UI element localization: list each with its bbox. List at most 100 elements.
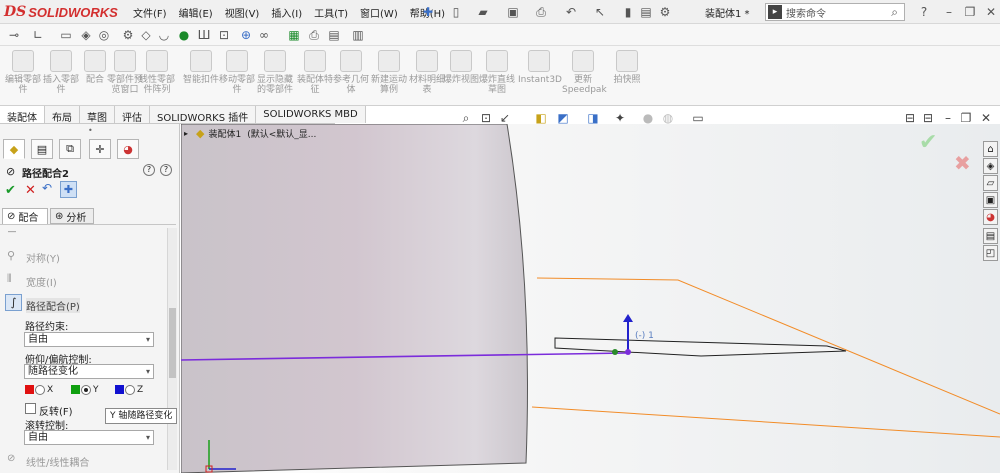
apply-scene-icon[interactable]: ◍ xyxy=(660,110,676,126)
ribbon-button-7[interactable]: 显示隐藏的零部件 xyxy=(254,50,296,95)
scrollbar-thumb[interactable] xyxy=(169,308,176,378)
help-icon[interactable]: ? xyxy=(916,4,932,20)
flip-checkbox[interactable] xyxy=(25,403,36,414)
path-constraint-select[interactable]: 自由 ▾ xyxy=(24,332,154,347)
part-icon[interactable]: ◈ xyxy=(78,27,94,43)
menu-file[interactable]: 文件(F) xyxy=(127,5,173,20)
file-explorer-icon[interactable]: ▱ xyxy=(983,175,998,191)
solidworks-logo[interactable]: DS SOLIDWORKS xyxy=(4,3,118,21)
property-manager-tab-icon[interactable]: ▤ xyxy=(31,139,53,159)
search-icon[interactable]: ⌕ xyxy=(891,5,898,20)
tile-horizontal-icon[interactable]: ⊟ xyxy=(902,110,918,126)
file-properties-icon[interactable]: ▤ xyxy=(638,4,654,20)
x-axis-radio[interactable] xyxy=(35,385,45,395)
ribbon-button-9[interactable]: 参考几何体 xyxy=(330,50,372,95)
viewport-close-icon[interactable]: ✕ xyxy=(978,110,994,126)
ribbon-button-14[interactable]: Instant3D xyxy=(518,50,562,85)
graphics-viewport[interactable]: (-) 1 ✔ ✖ xyxy=(181,124,1000,473)
ribbon-button-0[interactable]: 编辑零部件 xyxy=(2,50,44,95)
binoculars-icon[interactable]: ∞ xyxy=(256,27,272,43)
feature-tree-flyout[interactable]: ▸ ◆ 装配体1 (默认<默认_显... xyxy=(184,127,316,140)
ribbon-button-13[interactable]: 爆炸直线草图 xyxy=(476,50,518,95)
fillet-icon[interactable]: ◡ xyxy=(156,27,172,43)
measure-icon[interactable]: Ш xyxy=(196,27,212,43)
close-icon[interactable]: ✕ xyxy=(983,4,999,20)
section-view-icon[interactable]: ◧ xyxy=(533,110,549,126)
expand-arrow-icon[interactable]: ▸ xyxy=(184,129,188,138)
ribbon-button-15[interactable]: 更新Speedpak xyxy=(562,50,607,95)
cancel-x-icon[interactable]: ✕ xyxy=(25,183,36,198)
pin-toolbar-icon[interactable]: ⊸ xyxy=(6,27,22,43)
display-style-icon[interactable]: ◨ xyxy=(585,110,601,126)
zoom-area-icon[interactable]: ⊡ xyxy=(478,110,494,126)
tab-mates[interactable]: ⊘ 配合 xyxy=(2,208,48,224)
menu-tools[interactable]: 工具(T) xyxy=(308,5,354,20)
restore-icon[interactable]: ❐ xyxy=(962,4,978,20)
new-document-icon[interactable]: ▯ xyxy=(448,4,464,20)
appearances-icon[interactable]: ◕ xyxy=(983,209,998,225)
print-icon[interactable]: ⎙ xyxy=(533,4,549,20)
configuration-manager-tab-icon[interactable]: ⧉ xyxy=(59,139,81,159)
ribbon-button-10[interactable]: 新建运动算例 xyxy=(368,50,410,95)
tab-evaluate[interactable]: 评估 xyxy=(115,106,150,124)
ribbon-button-4[interactable]: 线性零部件阵列 xyxy=(136,50,178,95)
y-axis-radio[interactable] xyxy=(81,385,91,395)
edit-appearance-icon[interactable]: ● xyxy=(640,110,656,126)
roll-control-select[interactable]: 自由 ▾ xyxy=(24,430,154,445)
report-icon[interactable]: ▥ xyxy=(350,27,366,43)
confirm-check-icon[interactable]: ✔ xyxy=(919,130,937,155)
options-gear-icon[interactable]: ⚙ xyxy=(657,4,673,20)
tab-solidworks-addins[interactable]: SOLIDWORKS 插件 xyxy=(150,106,257,124)
tile-vertical-icon[interactable]: ⊟ xyxy=(920,110,936,126)
spreadsheet-icon[interactable]: ▦ xyxy=(286,27,302,43)
home-icon[interactable]: ⌂ xyxy=(983,141,998,157)
design-library-icon[interactable]: ◈ xyxy=(983,158,998,174)
ribbon-button-6[interactable]: 移动零部件 xyxy=(216,50,258,95)
menu-insert[interactable]: 插入(I) xyxy=(265,5,308,20)
symmetric-option[interactable]: 对称(Y) xyxy=(26,250,60,265)
tab-layout[interactable]: 布局 xyxy=(45,106,80,124)
menu-view[interactable]: 视图(V) xyxy=(219,5,266,20)
save-icon[interactable]: ▣ xyxy=(505,4,521,20)
custom-properties-icon[interactable]: ▤ xyxy=(983,228,998,244)
pushpin-icon[interactable]: ✚ xyxy=(60,181,77,198)
dimxpert-tab-icon[interactable]: ✛ xyxy=(89,139,111,159)
menu-window[interactable]: 窗口(W) xyxy=(354,5,404,20)
linear-coupler-option[interactable]: 线性/线性耦合 xyxy=(26,454,89,469)
menu-edit[interactable]: 编辑(E) xyxy=(173,5,219,20)
display-manager-tab-icon[interactable]: ◕ xyxy=(117,139,139,159)
tab-assembly[interactable]: 装配体 xyxy=(0,106,45,124)
open-folder-icon[interactable]: ▰ xyxy=(475,4,491,20)
pitch-yaw-select[interactable]: 随路径变化 ▾ xyxy=(24,364,154,379)
printer-icon[interactable]: ⎙ xyxy=(306,27,322,43)
clearance-icon[interactable]: ⊡ xyxy=(216,27,232,43)
cancel-x-icon[interactable]: ✖ xyxy=(954,151,971,175)
minimize-icon[interactable]: – xyxy=(941,4,957,20)
ribbon-button-16[interactable]: 拍快照 xyxy=(606,50,648,85)
sketch-icon[interactable]: ∟ xyxy=(30,27,46,43)
edit-part-icon[interactable]: ▭ xyxy=(58,27,74,43)
z-axis-radio[interactable] xyxy=(125,385,135,395)
path-mate-option[interactable]: 路径配合(P) xyxy=(26,298,80,313)
vertical-scrollbar[interactable] xyxy=(167,228,177,470)
detail-help-icon[interactable]: ? xyxy=(160,164,172,176)
cube-icon[interactable]: ◇ xyxy=(138,27,154,43)
help-icon[interactable]: ? xyxy=(143,164,155,176)
view-settings-icon[interactable]: ▭ xyxy=(690,110,706,126)
viewport-restore-icon[interactable]: ❐ xyxy=(958,110,974,126)
forum-icon[interactable]: ◰ xyxy=(983,245,998,261)
viewport-minimize-icon[interactable]: – xyxy=(940,110,956,126)
hide-show-icon[interactable]: ✦ xyxy=(612,110,628,126)
table-icon[interactable]: ▤ xyxy=(326,27,342,43)
tab-analysis[interactable]: ⊛ 分析 xyxy=(50,208,94,224)
undo-mate-icon[interactable]: ↶ xyxy=(42,181,57,196)
appearance-icon[interactable]: ◎ xyxy=(96,27,112,43)
tab-solidworks-mbd[interactable]: SOLIDWORKS MBD xyxy=(256,106,366,123)
pin-icon[interactable]: ✚ xyxy=(420,4,436,20)
search-box[interactable]: ▸ 搜索命令 ⌕ xyxy=(765,3,905,21)
location-icon[interactable]: ● xyxy=(176,27,192,43)
view-orientation-icon[interactable]: ◩ xyxy=(555,110,571,126)
select-icon[interactable]: ↖ xyxy=(592,4,608,20)
zoom-icon[interactable]: ⊕ xyxy=(238,27,254,43)
tab-sketch[interactable]: 草图 xyxy=(80,106,115,124)
